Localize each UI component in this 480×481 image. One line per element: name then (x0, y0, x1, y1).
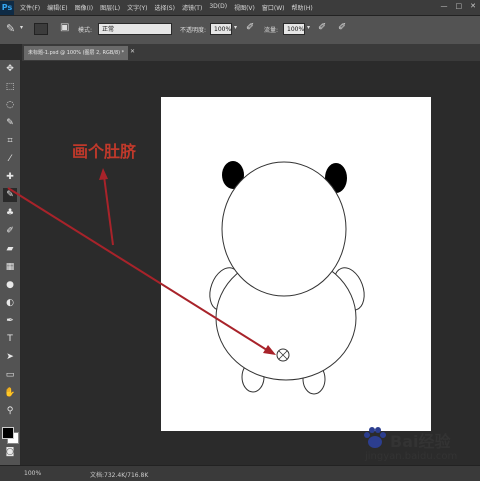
annotation-label: 画个肚脐 (72, 142, 137, 161)
zoom-level[interactable]: 100% (24, 470, 41, 477)
annotation-arrows (7, 168, 276, 355)
document-size: 文档:732.4K/716.8K (90, 472, 149, 479)
watermark-url: jingyan.baidu.com (365, 451, 458, 462)
baidu-watermark: Bai经验 jingyan.baidu.com (360, 424, 470, 466)
watermark-brand: Bai经验 (390, 432, 451, 451)
status-bar: 100% 文档:732.4K/716.8K (0, 465, 480, 481)
baidu-paw-icon (364, 427, 386, 448)
